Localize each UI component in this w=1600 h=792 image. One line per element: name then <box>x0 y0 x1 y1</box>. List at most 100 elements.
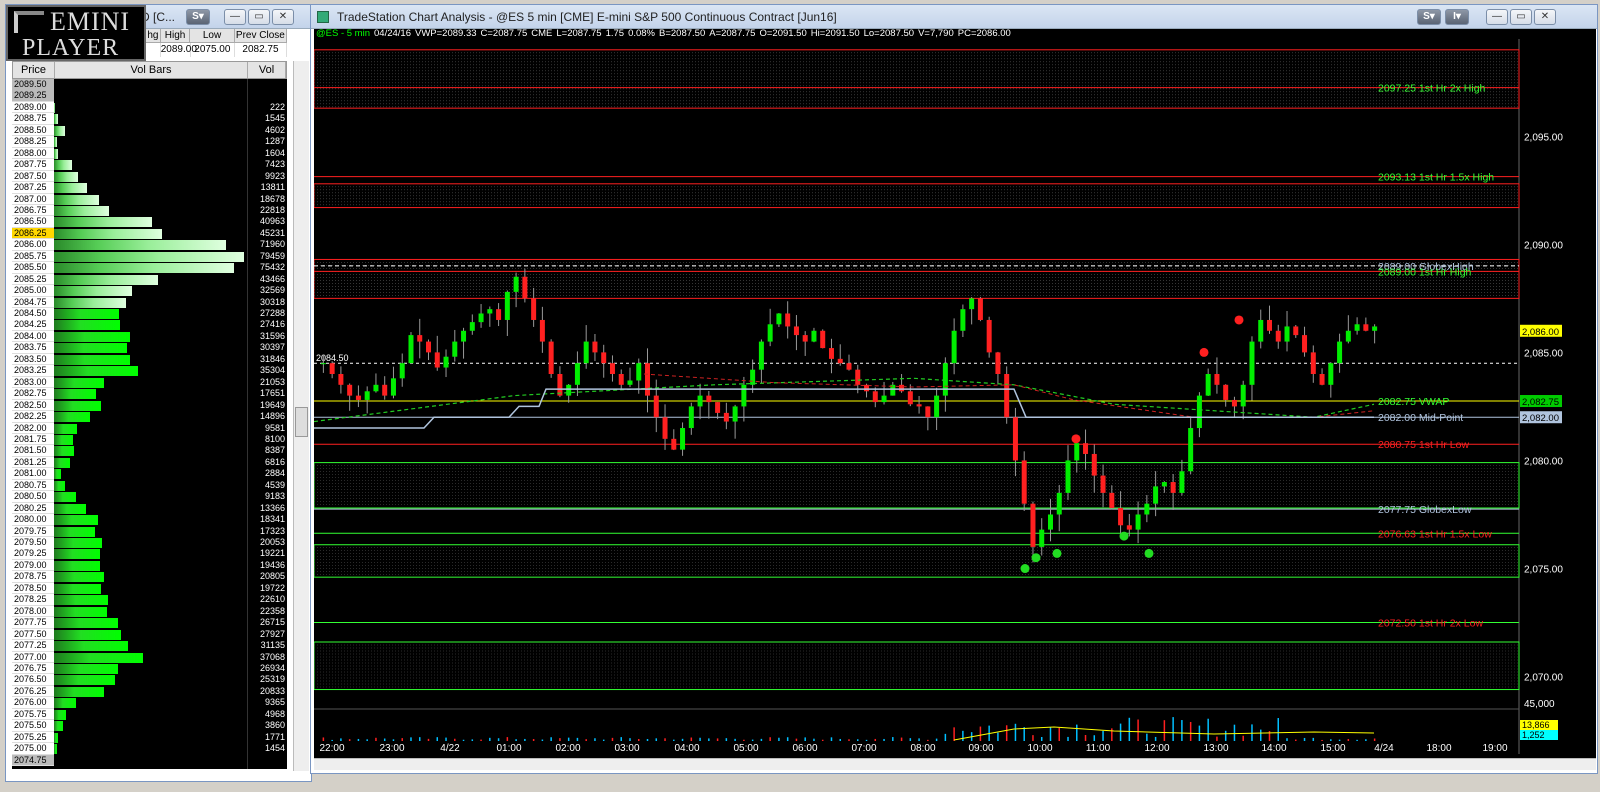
candle-body <box>1354 324 1360 331</box>
ladder-row[interactable]: 2089.00 222 <box>12 101 287 114</box>
ladder-volume: 21053 <box>259 376 285 387</box>
volume-bar <box>54 457 71 468</box>
ladder-row[interactable]: 2082.25 14896 <box>12 411 287 423</box>
ladder-volume: 79459 <box>259 250 285 261</box>
candle-body <box>1363 324 1369 331</box>
ladder-row[interactable]: 2077.75 26715 <box>12 617 287 629</box>
info-menu-button[interactable]: I▾ <box>1445 9 1469 25</box>
ladder-row[interactable]: 2087.75 7423 <box>12 159 287 171</box>
price-chart[interactable]: @ES - 5 min 04/24/16 VWP=2089.33 C=2087.75 C… <box>314 29 1596 760</box>
ladder-row[interactable]: 2085.00 32569 <box>12 285 287 297</box>
chart-canvas[interactable]: 2097.25 1st Hr 2x High 2093.13 1st Hr 1.5… <box>314 29 1596 760</box>
ladder-row[interactable]: 2085.25 43466 <box>12 273 287 286</box>
ladder-volume: 32569 <box>259 285 285 296</box>
ladder-row[interactable]: 2082.00 9581 <box>12 422 287 434</box>
ladder-row[interactable]: 2076.00 9365 <box>12 697 287 709</box>
ladder-row[interactable]: 2077.50 27927 <box>12 628 287 641</box>
ladder-row[interactable]: 2075.75 4968 <box>12 708 287 721</box>
close-button[interactable]: ✕ <box>272 9 294 25</box>
ladder-volume: 18341 <box>259 514 285 525</box>
ladder-row[interactable]: 2089.50 <box>12 79 287 91</box>
ladder-scrollbar[interactable] <box>293 61 309 771</box>
volume-bar <box>54 572 104 583</box>
ladder-row[interactable]: 2083.00 21053 <box>12 376 287 389</box>
ladder-row[interactable]: 2086.50 40963 <box>12 216 287 228</box>
candle-body <box>688 406 694 429</box>
ladder-row[interactable]: 2074.75 <box>12 754 287 767</box>
ladder-row[interactable]: 2082.50 19649 <box>12 399 287 412</box>
volume-bar <box>54 343 127 354</box>
ladder-row[interactable]: 2088.00 1604 <box>12 147 287 160</box>
ladder-row[interactable]: 2087.00 18678 <box>12 193 287 205</box>
ladder-col-vol: Vol <box>248 62 286 78</box>
ladder-row[interactable]: 2084.75 30318 <box>12 296 287 309</box>
ladder-row[interactable]: 2079.25 19221 <box>12 548 287 560</box>
volume-bar <box>54 183 88 194</box>
ladder-volume: 30397 <box>259 342 285 353</box>
candle-body <box>741 384 747 407</box>
ladder-row[interactable]: 2078.00 22358 <box>12 605 287 618</box>
ladder-row[interactable]: 2075.00 1454 <box>12 743 287 755</box>
ladder-row[interactable]: 2078.75 20805 <box>12 571 287 583</box>
candle-body <box>1170 482 1176 493</box>
candle-body <box>951 330 957 364</box>
ladder-row[interactable]: 2085.75 79459 <box>12 250 287 263</box>
ladder-row[interactable]: 2081.50 8387 <box>12 445 287 457</box>
maximize-button[interactable]: ▭ <box>1510 9 1532 25</box>
ladder-row[interactable]: 2077.00 37068 <box>12 651 287 663</box>
ladder-row[interactable]: 2079.50 20053 <box>12 537 287 549</box>
ladder-row[interactable]: 2078.50 19722 <box>12 582 287 595</box>
ladder-row[interactable]: 2087.50 9923 <box>12 170 287 183</box>
ladder-row[interactable]: 2088.50 4602 <box>12 124 287 137</box>
ladder-row[interactable]: 2080.75 4539 <box>12 479 287 492</box>
ladder-price: 2087.75 <box>12 159 54 171</box>
ladder-row[interactable]: 2080.00 18341 <box>12 514 287 526</box>
ladder-row[interactable]: 2083.25 35304 <box>12 365 287 377</box>
ladder-volume: 31135 <box>260 640 285 651</box>
ladder-row[interactable]: 2079.75 17323 <box>12 525 287 538</box>
ladder-row[interactable]: 2080.50 9183 <box>12 491 287 503</box>
ladder-row[interactable]: 2075.25 1771 <box>12 731 287 744</box>
ladder-scroll-thumb[interactable] <box>295 407 308 437</box>
ladder-row[interactable]: 2085.50 75432 <box>12 262 287 274</box>
candle-body <box>426 341 432 353</box>
ladder-row[interactable]: 2084.25 27416 <box>12 319 287 331</box>
minimize-button[interactable]: — <box>224 9 246 25</box>
midpoint-line <box>314 388 1374 429</box>
ladder-row[interactable]: 2088.25 1287 <box>12 136 287 148</box>
ladder-row[interactable]: 2081.00 2884 <box>12 468 287 480</box>
chart-horizontal-scrollbar[interactable] <box>314 758 1596 770</box>
ladder-row[interactable]: 2087.25 13811 <box>12 182 287 194</box>
ladder-row[interactable]: 2086.75 22818 <box>12 204 287 217</box>
ladder-row[interactable]: 2076.75 26934 <box>12 662 287 675</box>
ladder-row[interactable]: 2081.75 8100 <box>12 433 287 446</box>
ladder-row[interactable]: 2076.50 25319 <box>12 674 287 686</box>
ladder-row[interactable]: 2077.25 31135 <box>12 640 287 652</box>
ladder-row[interactable]: 2084.00 31596 <box>12 330 287 343</box>
maximize-button[interactable]: ▭ <box>248 9 270 25</box>
ladder-row[interactable]: 2086.25 45231 <box>12 227 287 240</box>
ladder-row[interactable]: 2088.75 1545 <box>12 113 287 125</box>
ladder-row[interactable]: 2076.25 20833 <box>12 685 287 698</box>
ladder-row[interactable]: 2083.75 30397 <box>12 342 287 354</box>
ladder-row[interactable]: 2080.25 13366 <box>12 502 287 515</box>
ladder-row[interactable]: 2082.75 17651 <box>12 388 287 400</box>
candle-body <box>338 374 344 385</box>
close-button[interactable]: ✕ <box>1534 9 1556 25</box>
ladder-row[interactable]: 2078.25 22610 <box>12 594 287 606</box>
style-menu-button[interactable]: S▾ <box>1417 9 1441 25</box>
style-menu-button[interactable]: S▾ <box>186 9 210 25</box>
ladder-row[interactable]: 2084.50 27288 <box>12 308 287 320</box>
minimize-button[interactable]: — <box>1486 9 1508 25</box>
ladder-row[interactable]: 2083.50 31846 <box>12 353 287 366</box>
ladder-row[interactable]: 2089.25 <box>12 90 287 102</box>
ladder-volume: 17323 <box>259 525 285 536</box>
ladder-row[interactable]: 2081.25 6816 <box>12 456 287 469</box>
y-tick-label: 2,095.00 <box>1524 132 1563 143</box>
ladder-row[interactable]: 2079.00 19436 <box>12 559 287 572</box>
ladder-row[interactable]: 2086.00 71960 <box>12 239 287 251</box>
ladder-row[interactable]: 2075.50 3860 <box>12 720 287 732</box>
candle-body <box>1012 417 1018 461</box>
level-label: 2076.63 1st Hr 1.5x Low <box>1378 528 1492 540</box>
candle-body <box>461 330 467 342</box>
